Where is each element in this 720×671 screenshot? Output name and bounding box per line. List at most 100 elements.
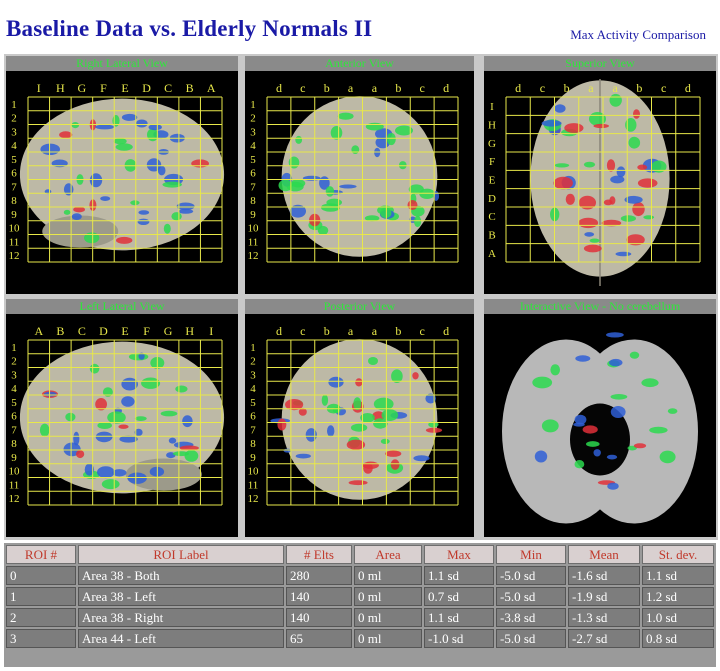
view-panel-right-lateral[interactable]: Right Lateral View I H G F E D C B A 1 2 3 4 5 6 7 8 9 10 1… <box>6 56 238 294</box>
cell-stdev: 1.0 sd <box>642 608 714 627</box>
grid-label-row: 6 <box>250 411 256 423</box>
grid-label-row: 10 <box>248 466 260 478</box>
grid-label-column: F <box>100 81 107 95</box>
activity-spot <box>182 415 193 428</box>
activity-spot <box>586 441 600 447</box>
cell-mean: -1.6 sd <box>568 566 640 585</box>
activity-spot <box>380 438 390 444</box>
activity-spot <box>40 143 60 155</box>
activity-spot <box>43 391 57 397</box>
grid-label-row: 9 <box>250 452 256 464</box>
grid-label-column: d <box>443 324 449 338</box>
activity-spot <box>609 196 616 205</box>
grid-label-column: C <box>78 324 86 338</box>
view-panel-posterior[interactable]: Posterior View d c b a a b c d 1 2 3 4 5 6 7 8 9 10 11 12 <box>245 299 474 537</box>
column-header-max[interactable]: Max <box>424 545 494 564</box>
table-row[interactable]: 1 Area 38 - Left 140 0 ml 0.7 sd -5.0 sd… <box>6 587 714 606</box>
roi-table: ROI # ROI Label # Elts Area Max Min Mean… <box>4 543 716 650</box>
grid-label-row: 5 <box>11 397 17 409</box>
grid-label-row: 4 <box>250 383 256 395</box>
cell-roi-number: 2 <box>6 608 76 627</box>
cell-roi-label: Area 44 - Left <box>78 629 284 648</box>
table-row[interactable]: 0 Area 38 - Both 280 0 ml 1.1 sd -5.0 sd… <box>6 566 714 585</box>
activity-spot <box>157 165 166 176</box>
grid-label-row: 5 <box>250 397 256 409</box>
cell-roi-number: 3 <box>6 629 76 648</box>
grid-label-row: D <box>488 193 496 205</box>
cell-area: 0 ml <box>354 587 422 606</box>
grid-label-row: 11 <box>248 236 259 248</box>
brain-shape <box>281 96 438 257</box>
grid-label-column: c <box>420 81 425 95</box>
view-panel-interactive[interactable]: Interactive View - No cerebellum <box>484 299 716 537</box>
column-header-stdev[interactable]: St. dev. <box>642 545 714 564</box>
activity-spot <box>138 210 150 215</box>
grid-label-row: 1 <box>250 99 256 111</box>
grid-label-column: c <box>661 81 666 95</box>
column-header-roi-number[interactable]: ROI # <box>6 545 76 564</box>
page-title: Baseline Data vs. Elderly Normals II <box>6 16 373 41</box>
view-panel-superior[interactable]: Superior View d c b a a b c d IHGFEDCBA <box>484 56 716 294</box>
grid-label-row: A <box>488 248 496 260</box>
activity-spot <box>168 437 177 444</box>
activity-spot <box>593 449 601 457</box>
panel-title: Posterior View <box>245 299 474 314</box>
activity-spot <box>582 425 598 434</box>
cell-area: 0 ml <box>354 608 422 627</box>
table-header-row: ROI # ROI Label # Elts Area Max Min Mean… <box>6 545 714 564</box>
view-panel-anterior[interactable]: Anterior View d c b a a b c d 1 2 3 4 5 6 7 8 9 10 11 12 <box>245 56 474 294</box>
activity-spot <box>637 178 658 188</box>
table-row[interactable]: 3 Area 44 - Left 65 0 ml -1.0 sd -5.0 sd… <box>6 629 714 648</box>
grid-label-row: 3 <box>11 369 17 381</box>
column-header-elements[interactable]: # Elts <box>286 545 352 564</box>
brain-view-right-lateral: I H G F E D C B A123456789101112 <box>9 81 225 263</box>
panel-title: Superior View <box>484 56 716 71</box>
grid-label-row: 2 <box>250 356 256 368</box>
cell-stdev: 0.8 sd <box>642 629 714 648</box>
grid-label-row: 9 <box>11 209 17 221</box>
table-row[interactable]: 2 Area 38 - Right 140 0 ml 1.1 sd -3.8 s… <box>6 608 714 627</box>
grid-label-column: a <box>348 324 354 338</box>
activity-spot <box>351 145 360 154</box>
grid-label-row: 10 <box>9 466 21 478</box>
activity-spot <box>147 128 159 142</box>
view-panel-left-lateral[interactable]: Left Lateral View A B C D E F G H I 1 2 3 4 5 6 7 8 9 10 11… <box>6 299 238 537</box>
column-header-mean[interactable]: Mean <box>568 545 640 564</box>
activity-spot <box>327 425 335 437</box>
activity-spot <box>160 410 178 417</box>
column-header-area[interactable]: Area <box>354 545 422 564</box>
grid-label-row: 6 <box>11 168 17 180</box>
activity-spot <box>71 213 82 221</box>
activity-spot <box>659 450 676 464</box>
activity-spot <box>89 173 103 188</box>
activity-spot <box>632 202 645 217</box>
column-header-min[interactable]: Min <box>496 545 566 564</box>
activity-spot <box>609 93 622 107</box>
cell-roi-label: Area 38 - Left <box>78 587 284 606</box>
activity-spot <box>350 423 368 432</box>
activity-spot <box>583 244 602 253</box>
column-header-roi-label[interactable]: ROI Label <box>78 545 284 564</box>
cell-max: 1.1 sd <box>424 608 494 627</box>
grid-label-column: d <box>515 81 521 95</box>
grid-label-row: 11 <box>9 479 20 491</box>
grid-label-row: 6 <box>11 411 17 423</box>
activity-spot <box>302 175 321 181</box>
grid-label-column: A <box>207 81 216 95</box>
grid-label-row: 12 <box>248 250 259 262</box>
brain-view-interactive[interactable] <box>484 314 716 537</box>
activity-spot <box>283 448 292 453</box>
grid-label-row: 8 <box>250 438 256 450</box>
activity-spot <box>134 416 147 421</box>
brain-shape <box>281 339 438 500</box>
grid-label-column: a <box>612 81 618 95</box>
grid-label-row: 6 <box>250 168 256 180</box>
activity-spot <box>575 355 591 362</box>
grid-label-column: G <box>78 81 87 95</box>
activity-spot <box>295 453 311 459</box>
activity-spot <box>606 159 616 172</box>
activity-spot <box>541 419 559 433</box>
activity-spot <box>412 372 419 380</box>
grid-label-column: I <box>209 324 213 338</box>
brain-view-posterior: d c b a a b c d123456789101112 <box>248 324 459 506</box>
